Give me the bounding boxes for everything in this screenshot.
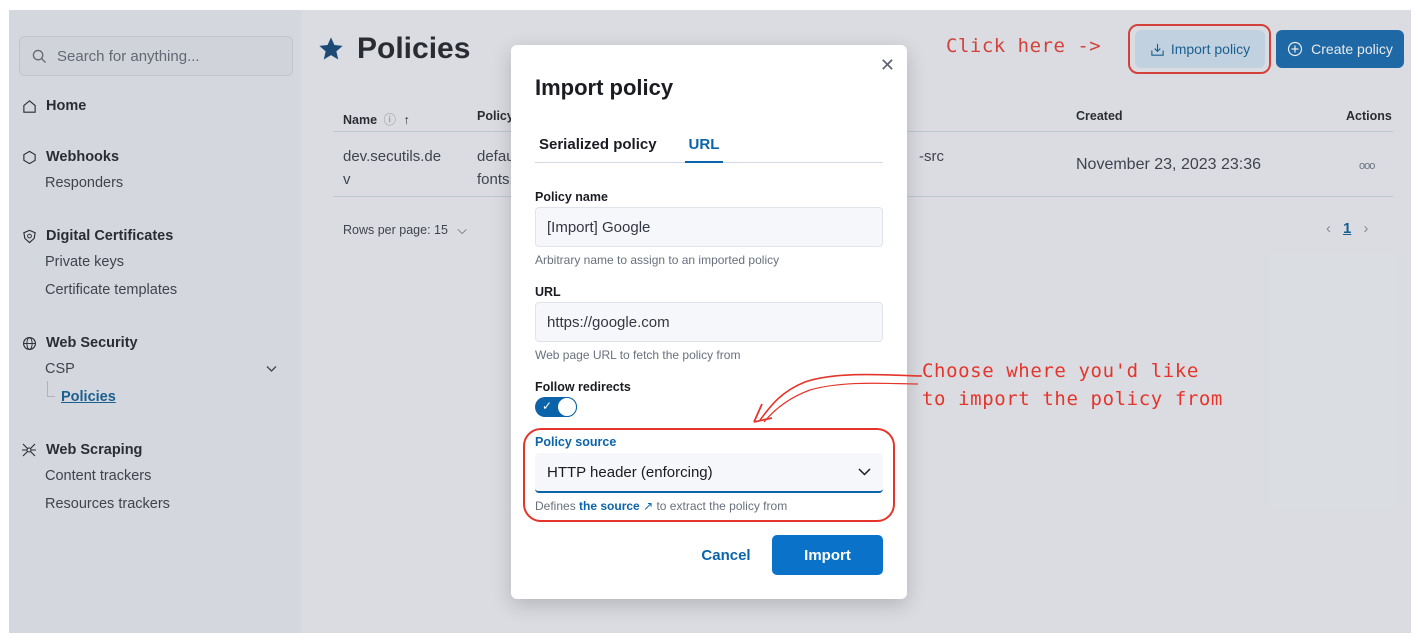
annotation-arrow	[753, 373, 923, 423]
url-field[interactable]: https://google.com	[535, 302, 883, 342]
modal-title: Import policy	[535, 75, 674, 100]
close-icon[interactable]: ✕	[880, 55, 895, 76]
annotation-choose-line1: Choose where you'd like	[922, 360, 1199, 382]
modal-tabs: Serialized policy URL	[535, 133, 883, 163]
annotation-choose-line2: to import the policy from	[922, 388, 1223, 410]
annotation-highlight-policy-source	[523, 428, 895, 522]
url-help: Web page URL to fetch the policy from	[535, 348, 741, 362]
policy-name-field[interactable]: [Import] Google	[535, 207, 883, 247]
follow-redirects-label: Follow redirects	[535, 380, 631, 394]
tab-serialized-policy[interactable]: Serialized policy	[535, 133, 661, 163]
import-button[interactable]: Import	[772, 535, 883, 575]
url-label: URL	[535, 285, 561, 299]
toggle-knob	[557, 397, 577, 417]
annotation-choose-source: Choose where you'd like to import the po…	[922, 357, 1223, 413]
follow-redirects-toggle[interactable]: ✓	[535, 397, 577, 417]
policy-name-help: Arbitrary name to assign to an imported …	[535, 253, 780, 267]
tab-url[interactable]: URL	[684, 133, 724, 163]
policy-name-label: Policy name	[535, 190, 608, 204]
cancel-button[interactable]: Cancel	[691, 535, 761, 575]
check-icon: ✓	[542, 399, 553, 413]
